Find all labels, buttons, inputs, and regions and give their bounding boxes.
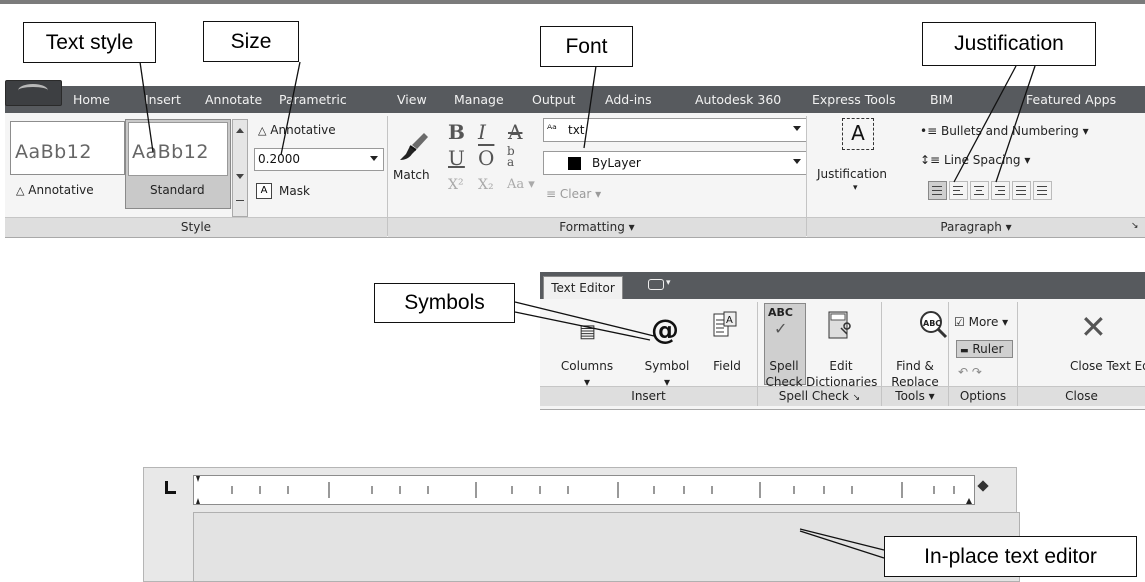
callout-leaders xyxy=(139,61,1036,559)
callout-in-place-editor: In-place text editor xyxy=(884,536,1137,577)
callout-font: Font xyxy=(540,26,633,67)
callout-justification: Justification xyxy=(922,22,1096,66)
callout-text-style: Text style xyxy=(23,22,156,63)
callout-size: Size xyxy=(203,21,299,62)
callout-symbols: Symbols xyxy=(374,283,515,323)
